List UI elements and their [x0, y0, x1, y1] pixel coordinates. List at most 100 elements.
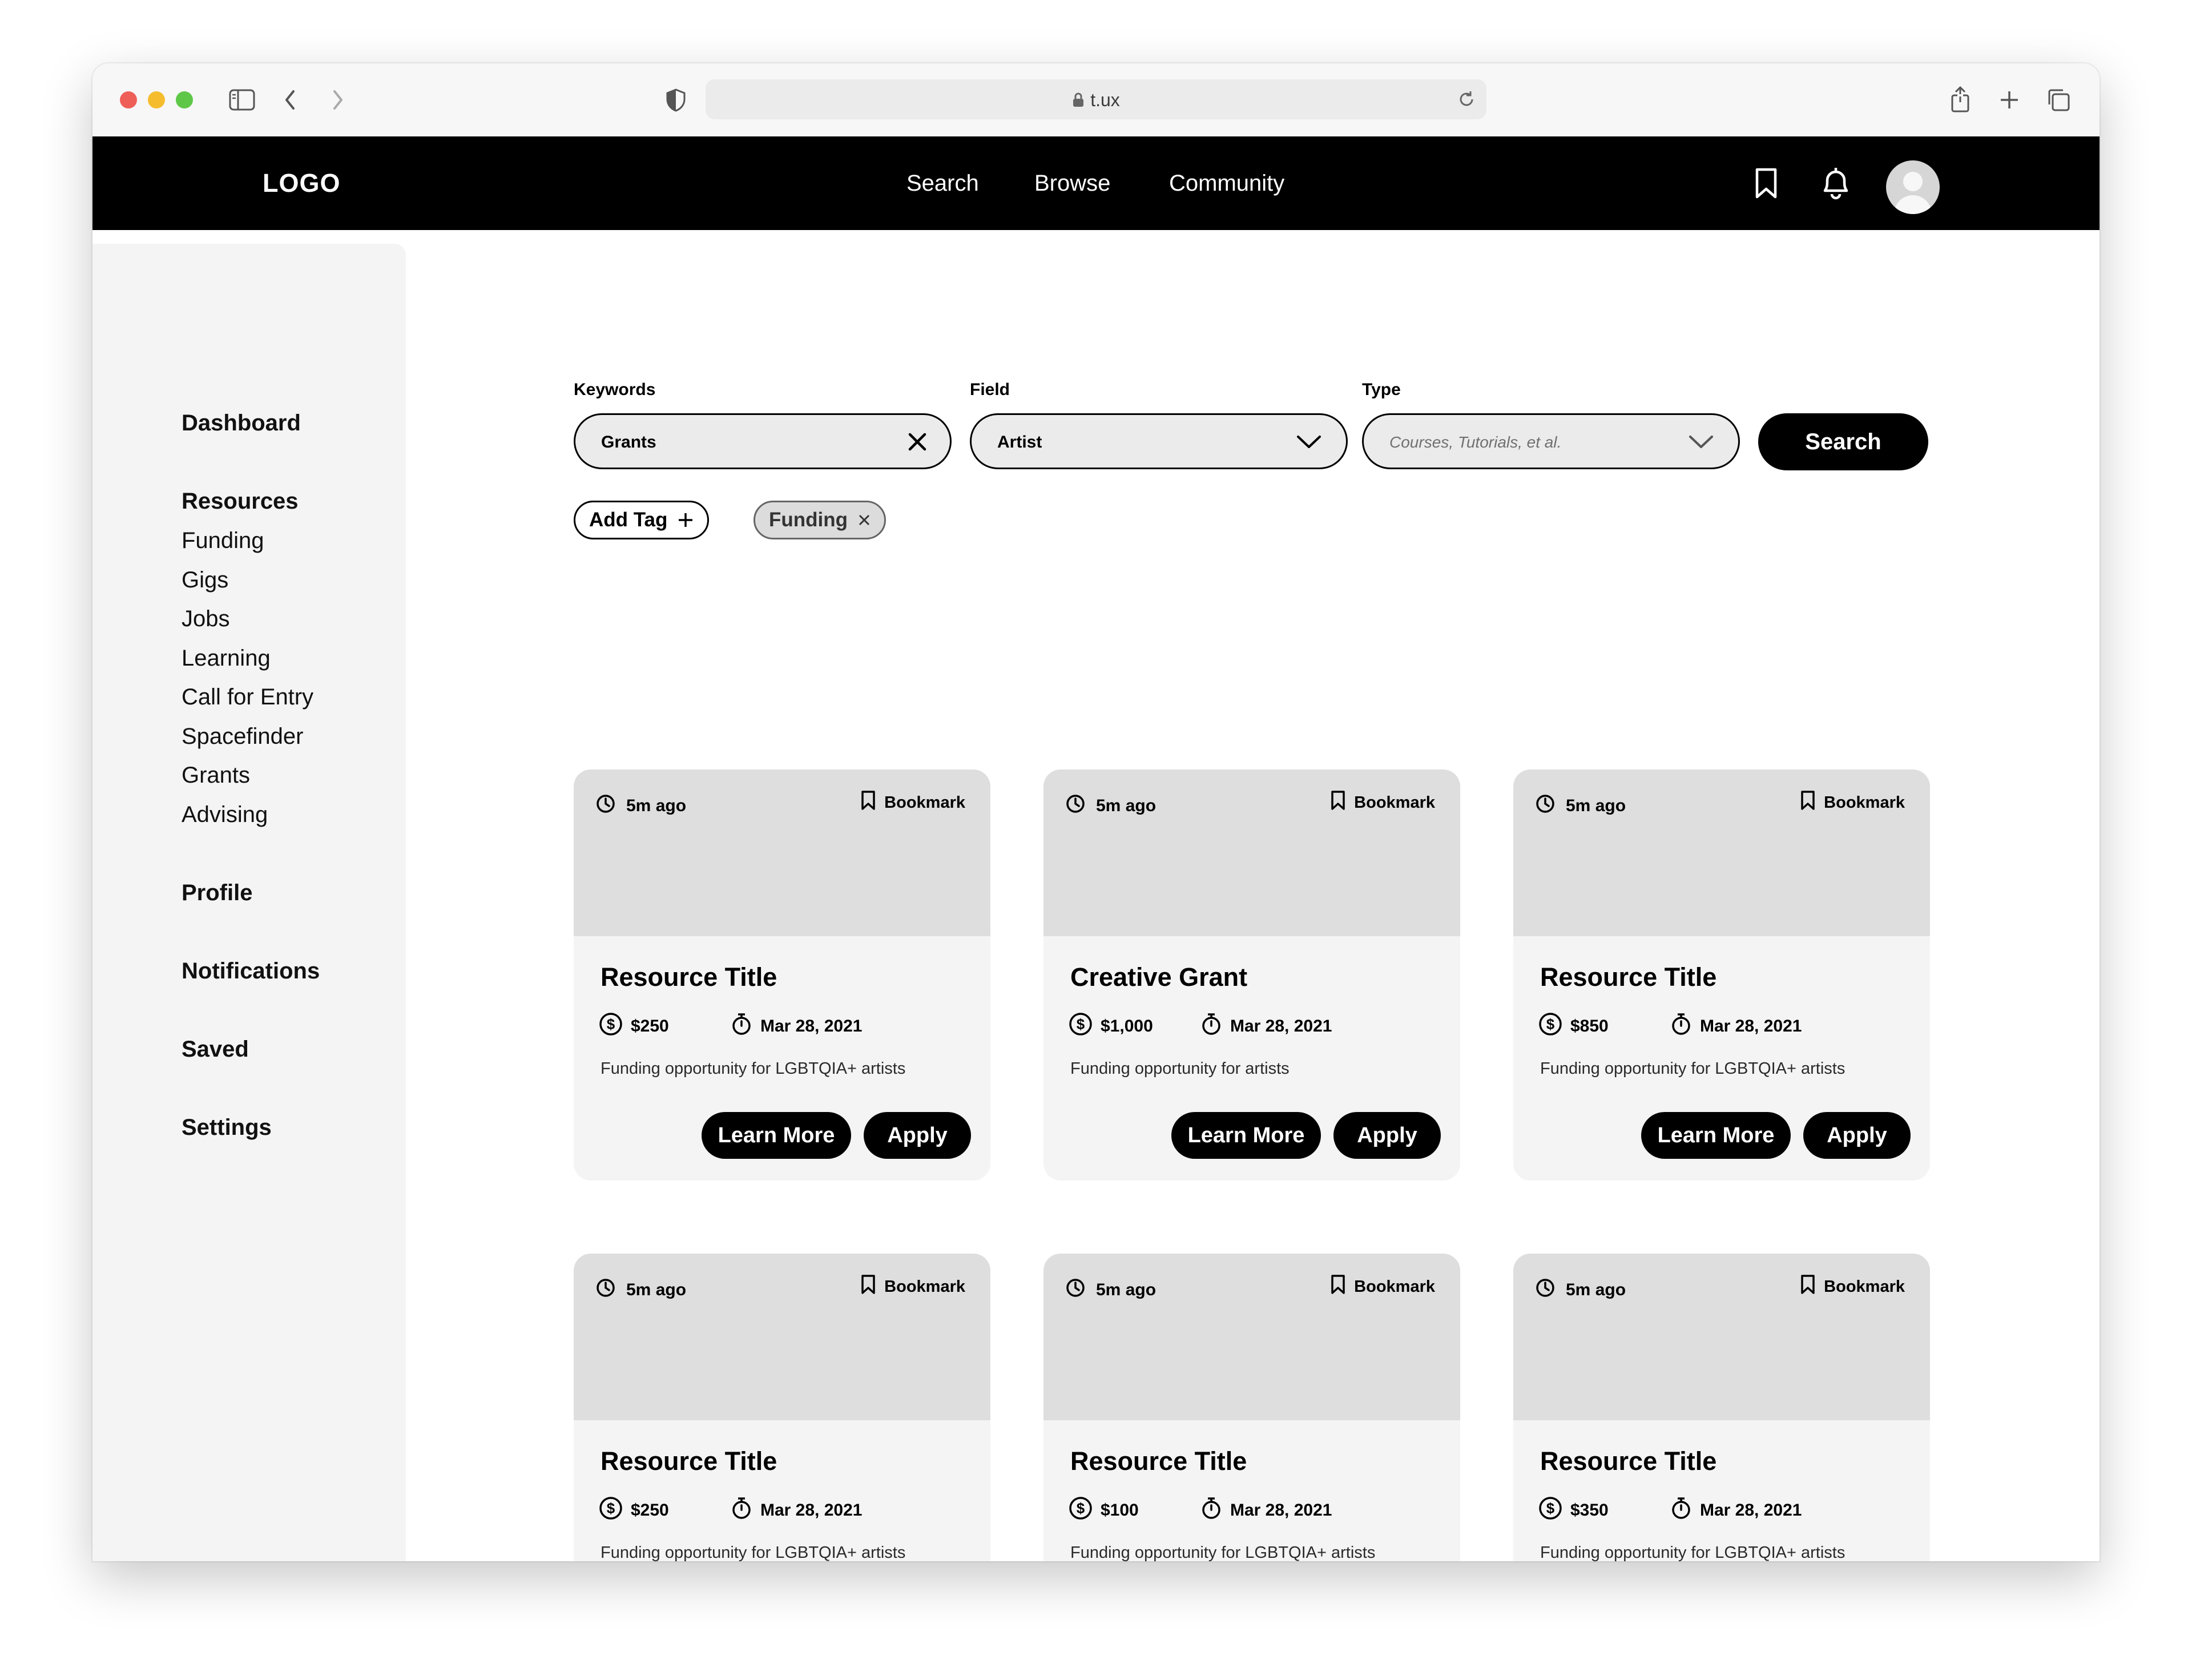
- sidebar-item-settings[interactable]: Settings: [182, 1115, 272, 1141]
- dollar-icon: $: [599, 1012, 623, 1041]
- resource-card[interactable]: 5m ago Bookmark Resource Title $ $100 Mar 28,…: [1043, 1254, 1460, 1561]
- bookmark-button[interactable]: Bookmark: [860, 1274, 965, 1299]
- type-select[interactable]: Courses, Tutorials, et al.: [1362, 413, 1740, 469]
- sidebar-item-learning[interactable]: Learning: [182, 646, 271, 671]
- top-navigation: LOGO Search Browse Community: [92, 136, 2100, 230]
- time-text: 5m ago: [626, 796, 687, 815]
- bookmark-label: Bookmark: [1354, 793, 1435, 812]
- browser-toolbar: t.ux: [92, 63, 2100, 138]
- minimize-window-button[interactable]: [148, 91, 165, 108]
- nav-link-community[interactable]: Community: [1169, 171, 1284, 196]
- sidebar-item-dashboard[interactable]: Dashboard: [182, 410, 301, 436]
- resource-card[interactable]: 5m ago Bookmark Resource Title $ $850 Mar 28,…: [1513, 770, 1930, 1181]
- nav-link-search[interactable]: Search: [906, 171, 979, 196]
- new-tab-icon[interactable]: [1996, 86, 2023, 114]
- card-title[interactable]: Resource Title: [1070, 1447, 1247, 1476]
- tag-chip-label: Funding: [769, 509, 848, 531]
- bell-icon[interactable]: [1814, 162, 1857, 205]
- keywords-value: Grants: [601, 433, 656, 452]
- bookmark-icon: [1800, 1274, 1816, 1299]
- resource-card[interactable]: 5m ago Bookmark Resource Title $ $350 Mar 28,…: [1513, 1254, 1930, 1561]
- card-title[interactable]: Resource Title: [601, 1447, 777, 1476]
- resource-card[interactable]: 5m ago Bookmark Resource Title $ $250 Mar 28,…: [574, 1254, 990, 1561]
- card-amount: $ $100: [1069, 1496, 1139, 1525]
- date-text: Mar 28, 2021: [760, 1501, 863, 1520]
- card-title[interactable]: Resource Title: [601, 962, 777, 992]
- privacy-shield-icon[interactable]: [662, 86, 690, 114]
- sidebar-item-jobs[interactable]: Jobs: [182, 606, 230, 632]
- sidebar-item-spacefinder[interactable]: Spacefinder: [182, 724, 303, 750]
- sidebar-item-profile[interactable]: Profile: [182, 880, 252, 906]
- apply-button[interactable]: Apply: [1333, 1112, 1441, 1159]
- avatar[interactable]: [1886, 160, 1940, 214]
- apply-button[interactable]: Apply: [1803, 1112, 1911, 1159]
- sidebar-item-resources[interactable]: Resources: [182, 489, 299, 514]
- sidebar-toggle-icon[interactable]: [228, 86, 256, 114]
- clock-icon: [595, 793, 616, 819]
- card-title[interactable]: Creative Grant: [1070, 962, 1247, 992]
- card-time: 5m ago: [595, 1278, 686, 1303]
- resource-card[interactable]: 5m ago Bookmark Creative Grant $ $1,000 Mar 2…: [1043, 770, 1460, 1181]
- keywords-input[interactable]: Grants: [574, 413, 952, 469]
- plus-icon: [679, 513, 693, 527]
- bookmark-icon: [1330, 790, 1346, 815]
- bookmark-button[interactable]: Bookmark: [1800, 790, 1905, 815]
- card-time: 5m ago: [1065, 793, 1156, 819]
- clock-icon: [1535, 793, 1556, 819]
- sidebar-item-advising[interactable]: Advising: [182, 802, 268, 828]
- forward-icon[interactable]: [324, 86, 352, 114]
- card-deadline: Mar 28, 2021: [1670, 1012, 1802, 1041]
- learn-more-button[interactable]: Learn More: [1641, 1112, 1791, 1159]
- bookmark-button[interactable]: Bookmark: [860, 790, 965, 815]
- time-text: 5m ago: [1566, 1280, 1626, 1299]
- bookmark-button[interactable]: Bookmark: [1330, 790, 1435, 815]
- date-text: Mar 28, 2021: [760, 1017, 863, 1036]
- bookmark-button[interactable]: Bookmark: [1800, 1274, 1905, 1299]
- svg-text:$: $: [1546, 1500, 1555, 1517]
- learn-more-button[interactable]: Learn More: [702, 1112, 851, 1159]
- card-time: 5m ago: [1535, 1278, 1626, 1303]
- apply-button[interactable]: Apply: [864, 1112, 971, 1159]
- amount-text: $250: [631, 1017, 669, 1036]
- clock-icon: [1535, 1278, 1556, 1303]
- close-window-button[interactable]: [120, 91, 137, 108]
- bookmark-icon: [1800, 790, 1816, 815]
- nav-link-browse[interactable]: Browse: [1034, 171, 1110, 196]
- bookmark-icon[interactable]: [1744, 162, 1788, 205]
- card-description: Funding opportunity for LGBTQIA+ artists: [601, 1544, 906, 1561]
- tab-overview-icon[interactable]: [2045, 86, 2072, 114]
- dollar-icon: $: [599, 1496, 623, 1525]
- card-time: 5m ago: [595, 793, 686, 819]
- field-select[interactable]: Artist: [970, 413, 1348, 469]
- clock-icon: [1065, 793, 1086, 819]
- search-button[interactable]: Search: [1758, 413, 1928, 470]
- remove-tag-icon[interactable]: [858, 514, 871, 526]
- timer-icon: [1200, 1012, 1222, 1041]
- clear-keywords-icon[interactable]: [904, 429, 930, 455]
- add-tag-button[interactable]: Add Tag: [574, 501, 710, 539]
- sidebar-item-grants[interactable]: Grants: [182, 763, 250, 788]
- card-title[interactable]: Resource Title: [1540, 1447, 1716, 1476]
- share-icon[interactable]: [1947, 86, 1974, 114]
- sidebar-item-call-for-entry[interactable]: Call for Entry: [182, 684, 313, 710]
- sidebar-item-funding[interactable]: Funding: [182, 528, 264, 554]
- time-text: 5m ago: [1096, 796, 1157, 815]
- card-deadline: Mar 28, 2021: [731, 1496, 862, 1525]
- card-amount: $ $350: [1538, 1496, 1609, 1525]
- back-icon[interactable]: [276, 86, 304, 114]
- tag-chip-funding[interactable]: Funding: [754, 501, 887, 539]
- resource-card[interactable]: 5m ago Bookmark Resource Title $ $250 Mar 28,…: [574, 770, 990, 1181]
- logo[interactable]: LOGO: [263, 168, 341, 198]
- maximize-window-button[interactable]: [176, 91, 193, 108]
- learn-more-button[interactable]: Learn More: [1171, 1112, 1321, 1159]
- reload-icon[interactable]: [1457, 90, 1476, 112]
- bookmark-icon: [860, 790, 876, 815]
- add-tag-label: Add Tag: [589, 509, 668, 531]
- sidebar-item-gigs[interactable]: Gigs: [182, 567, 228, 593]
- sidebar-item-saved[interactable]: Saved: [182, 1037, 249, 1062]
- card-title[interactable]: Resource Title: [1540, 962, 1716, 992]
- bookmark-button[interactable]: Bookmark: [1330, 1274, 1435, 1299]
- sidebar-item-notifications[interactable]: Notifications: [182, 958, 320, 984]
- address-bar[interactable]: t.ux: [706, 79, 1486, 119]
- card-amount: $ $1,000: [1069, 1012, 1153, 1041]
